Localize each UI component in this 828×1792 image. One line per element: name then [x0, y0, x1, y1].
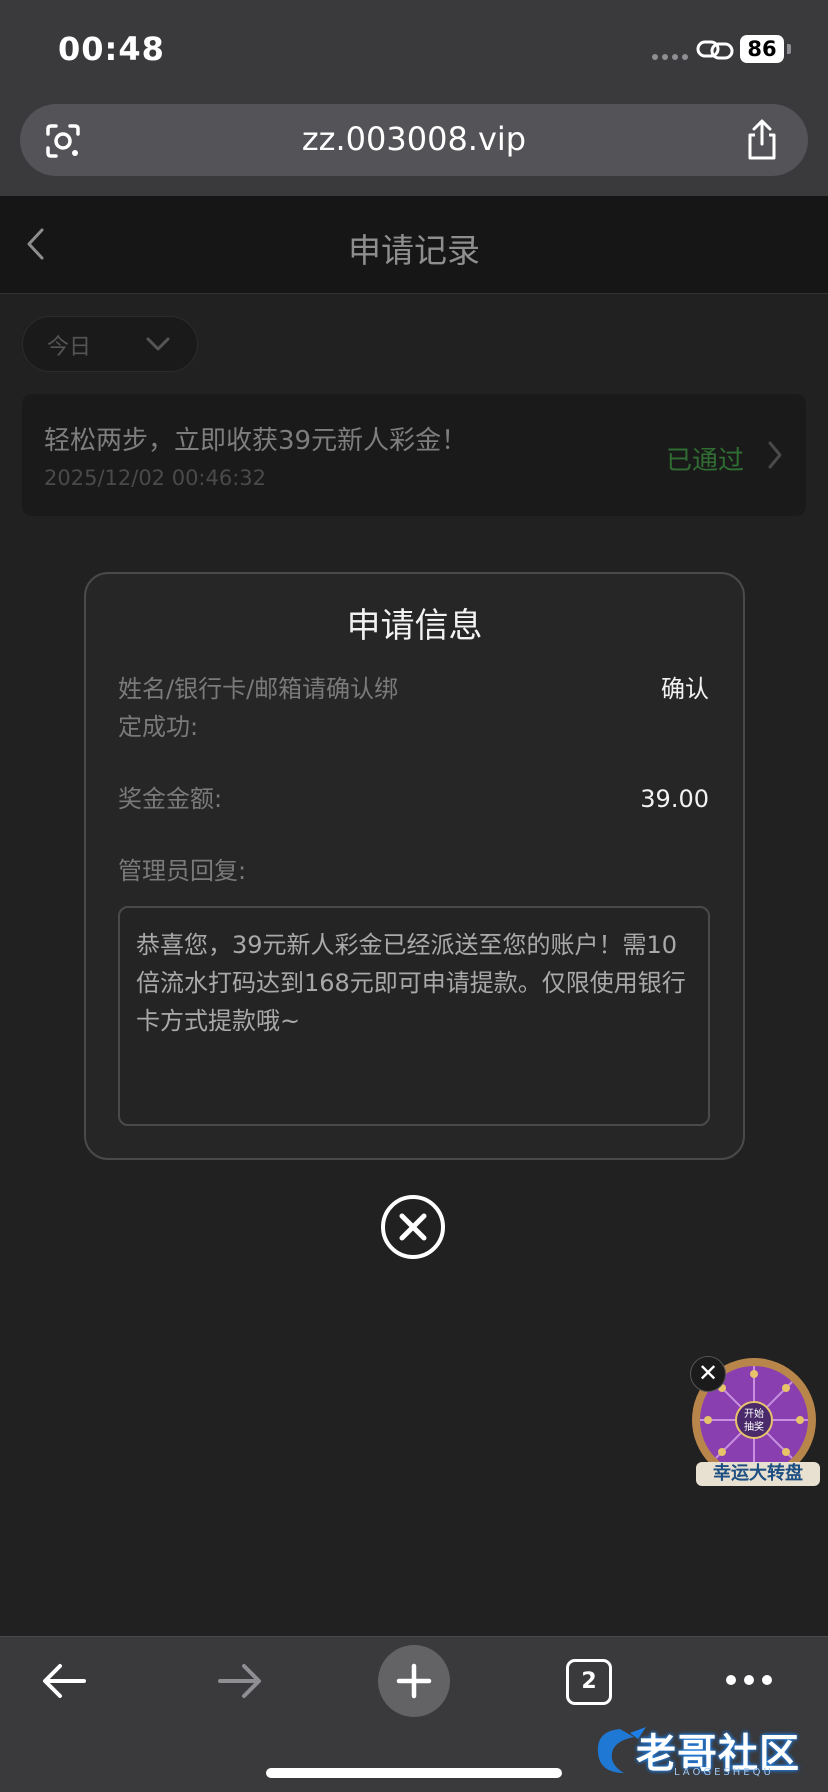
binding-confirm-value: 确认 — [661, 675, 709, 703]
binding-confirm-label-line2: 定成功: — [118, 713, 199, 741]
new-tab-button[interactable] — [378, 1645, 450, 1717]
signal-dots-icon — [652, 54, 688, 60]
admin-reply-box: 恭喜您，39元新人彩金已经派送至您的账户！需10倍流水打码达到168元即可申请提… — [118, 906, 710, 1126]
binding-confirm-label: 姓名/银行卡/邮箱请确认绑 定成功: — [118, 670, 398, 746]
more-icon[interactable] — [724, 1673, 774, 1687]
admin-reply-text: 恭喜您，39元新人彩金已经派送至您的账户！需10倍流水打码达到168元即可申请提… — [136, 931, 686, 1035]
wheel-center-line1: 开始 — [744, 1407, 764, 1420]
wheel-close-button[interactable]: ✕ — [690, 1356, 726, 1392]
record-title: 轻松两步，立即收获39元新人彩金！ — [44, 426, 468, 456]
watermark-subtext: LAOGESHEQU — [674, 1767, 774, 1778]
modal-title: 申请信息 — [346, 606, 483, 646]
wheel-center-line2: 抽奖 — [744, 1420, 764, 1433]
application-info-modal: 申请信息 姓名/银行卡/邮箱请确认绑 定成功: 确认 奖金金额: 39.00 管… — [84, 572, 745, 1160]
binding-confirm-label-line1: 姓名/银行卡/邮箱请确认绑 — [118, 675, 399, 703]
share-icon[interactable] — [742, 118, 782, 162]
arrow-right-icon[interactable] — [214, 1659, 266, 1703]
wheel-caption[interactable]: 幸运大转盘 — [696, 1462, 820, 1486]
admin-reply-label: 管理员回复: — [118, 857, 247, 885]
date-filter-label: 今日 — [47, 335, 92, 360]
status-bar: 00:48 86 — [0, 0, 828, 100]
lucky-wheel-widget[interactable]: 开始 抽奖 ✕ 幸运大转盘 — [686, 1352, 820, 1488]
tabs-icon[interactable]: 2 — [566, 1659, 612, 1705]
battery-icon: 86 — [740, 35, 784, 63]
status-time: 00:48 — [58, 30, 165, 68]
arrow-left-icon[interactable] — [38, 1659, 90, 1703]
link-icon — [696, 40, 734, 60]
status-badge: 已通过 — [666, 446, 745, 476]
record-item[interactable]: 轻松两步，立即收获39元新人彩金！ 2025/12/02 00:46:32 已通… — [22, 394, 806, 516]
record-date: 2025/12/02 00:46:32 — [44, 466, 267, 490]
home-indicator[interactable] — [266, 1768, 562, 1778]
app-header: 申请记录 — [0, 196, 828, 294]
chevron-right-icon — [768, 441, 782, 469]
plus-icon — [396, 1663, 432, 1699]
page-title: 申请记录 — [348, 231, 480, 270]
browser-url-area: zz.003008.vip — [0, 100, 828, 196]
bonus-amount-value: 39.00 — [640, 785, 709, 813]
address-bar[interactable]: zz.003008.vip — [20, 104, 808, 176]
date-filter-select[interactable]: 今日 — [22, 316, 198, 372]
watermark-logo: 老哥社区 LAOGESHEQU — [590, 1719, 820, 1783]
close-circle-icon[interactable] — [380, 1194, 446, 1260]
bonus-amount-label: 奖金金额: — [118, 785, 223, 813]
url-text[interactable]: zz.003008.vip — [20, 120, 808, 158]
chevron-down-icon — [146, 337, 170, 351]
battery-cap — [787, 44, 791, 54]
